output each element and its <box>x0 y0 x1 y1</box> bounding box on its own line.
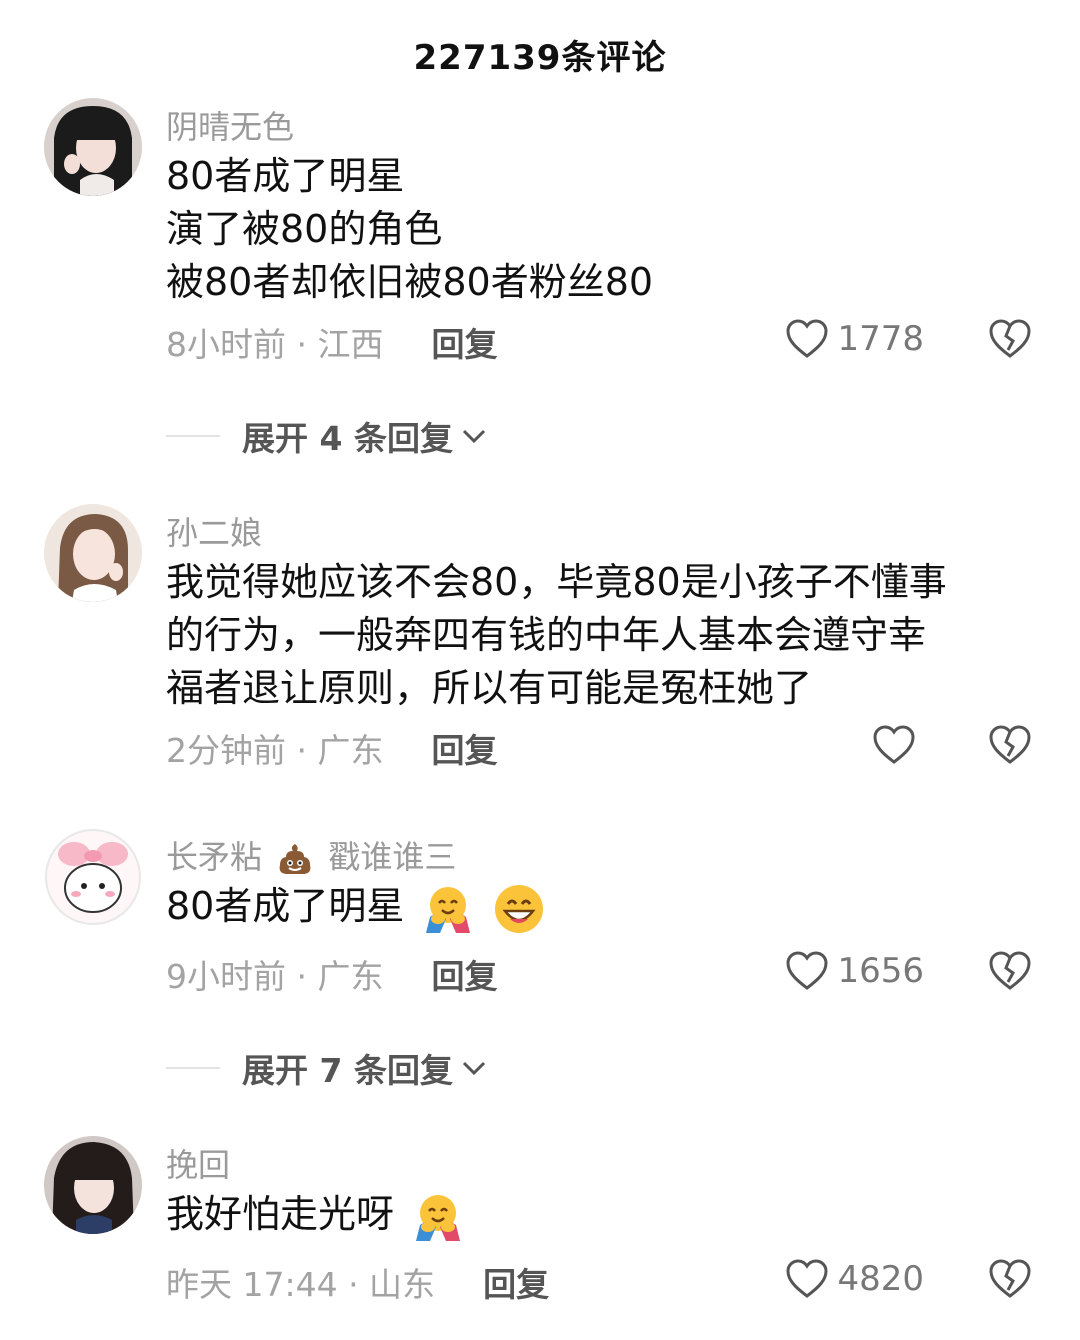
comment-text: 80者成了明星 演了被80的角色 被80者却依旧被80者粉丝80 <box>166 150 1036 309</box>
avatar[interactable] <box>44 828 142 926</box>
expand-replies-button[interactable]: 展开 7 条回复 <box>166 1044 491 1092</box>
like-count: 4820 <box>837 1259 924 1299</box>
broken-heart-icon[interactable] <box>988 318 1032 360</box>
heart-icon <box>786 1259 828 1298</box>
comment-text-line: 福者退让原则，所以有可能是冤枉她了 <box>166 666 813 710</box>
expand-replies-label: 展开 7 条回复 <box>242 1051 453 1090</box>
comment-time-location: 昨天 17:44 · 山东 <box>166 1265 436 1304</box>
reply-button[interactable]: 回复 <box>431 724 497 772</box>
chevron-down-icon <box>462 1061 486 1076</box>
comment-username[interactable]: 长矛粘 戳谁谁三 <box>166 832 456 878</box>
comment-time-location: 9小时前 · 广东 <box>166 957 384 996</box>
poop-emoji-icon <box>279 844 311 874</box>
comment-text-line: 的行为，一般奔四有钱的中年人基本会遵守幸 <box>166 613 927 657</box>
comments-header: 227139条评论 <box>0 0 1080 108</box>
username-part: 戳谁谁三 <box>328 838 457 876</box>
username-part: 长矛粘 <box>166 838 263 876</box>
reply-button[interactable]: 回复 <box>431 318 497 366</box>
comment-text-segment: 80者成了明星 <box>166 884 405 928</box>
comment-text: 80者成了明星 <box>166 880 1036 935</box>
comment-time-location: 8小时前 · 江西 <box>166 325 384 364</box>
hugging-face-emoji-icon <box>426 886 471 933</box>
like-button[interactable]: 1778 <box>785 318 924 360</box>
comment-meta: 9小时前 · 广东 回复 <box>166 950 497 998</box>
like-button[interactable] <box>872 724 924 766</box>
like-count: 1656 <box>837 951 924 991</box>
comment-text-line: 80者成了明星 <box>166 880 1036 935</box>
hugging-face-emoji-icon <box>416 1194 461 1241</box>
comment-text: 我好怕走光呀 <box>166 1188 1036 1243</box>
comment-count-title: 227139条评论 <box>413 37 667 78</box>
comment-meta: 8小时前 · 江西 回复 <box>166 318 497 366</box>
comment-text-line: 我觉得她应该不会80，毕竟80是小孩子不懂事 <box>166 560 947 604</box>
comment-meta: 昨天 17:44 · 山东 回复 <box>166 1258 549 1306</box>
avatar[interactable] <box>44 504 142 602</box>
broken-heart-icon[interactable] <box>988 950 1032 992</box>
expand-divider <box>166 435 220 437</box>
like-count: 1778 <box>837 319 924 359</box>
comment-username[interactable]: 挽回 <box>166 1140 230 1186</box>
grinning-face-emoji-icon <box>494 884 543 933</box>
comment-text-line: 被80者却依旧被80者粉丝80 <box>166 260 654 304</box>
heart-icon <box>873 725 915 764</box>
comment-text: 我觉得她应该不会80，毕竟80是小孩子不懂事 的行为，一般奔四有钱的中年人基本会… <box>166 556 1036 715</box>
heart-icon <box>786 319 828 358</box>
comment-text-line: 80者成了明星 <box>166 154 405 198</box>
heart-icon <box>786 951 828 990</box>
broken-heart-icon[interactable] <box>988 1258 1032 1300</box>
comment-meta: 2分钟前 · 广东 回复 <box>166 724 497 772</box>
expand-replies-label: 展开 4 条回复 <box>242 419 453 458</box>
comment-time-location: 2分钟前 · 广东 <box>166 731 384 770</box>
avatar[interactable] <box>44 1136 142 1234</box>
comment-username[interactable]: 孙二娘 <box>166 508 262 554</box>
comment-text-line: 我好怕走光呀 <box>166 1188 1036 1243</box>
chevron-down-icon <box>462 429 486 444</box>
comments-page: 227139条评论 阴晴无色 80者成了明星 演了被80的角色 被80者却依旧被… <box>0 0 1080 1340</box>
like-button[interactable]: 4820 <box>785 1258 924 1300</box>
reply-button[interactable]: 回复 <box>431 950 497 998</box>
expand-divider <box>166 1067 220 1069</box>
broken-heart-icon[interactable] <box>988 724 1032 766</box>
like-button[interactable]: 1656 <box>785 950 924 992</box>
expand-replies-button[interactable]: 展开 4 条回复 <box>166 412 491 460</box>
avatar[interactable] <box>44 98 142 196</box>
comment-text-line: 演了被80的角色 <box>166 207 443 251</box>
reply-button[interactable]: 回复 <box>483 1258 549 1306</box>
comment-username[interactable]: 阴晴无色 <box>166 102 294 148</box>
comment-text-segment: 我好怕走光呀 <box>166 1192 395 1236</box>
